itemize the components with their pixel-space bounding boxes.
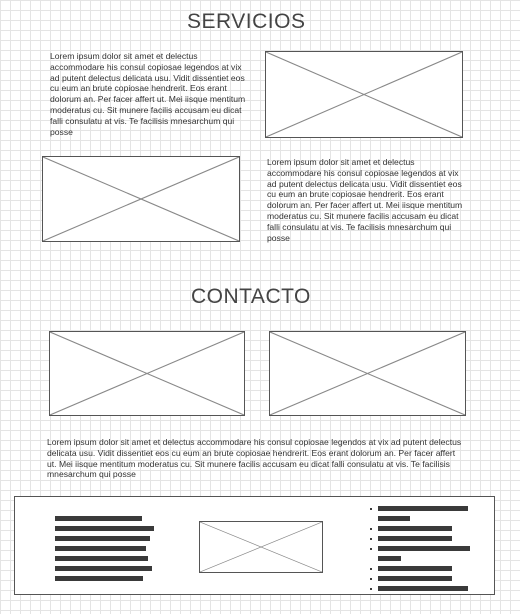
contact-image-placeholder-left: [49, 331, 245, 416]
list-line-placeholder: [378, 546, 470, 551]
footer-image-placeholder: [199, 521, 323, 573]
text-line-placeholder: [55, 576, 143, 581]
text-line-placeholder: [55, 556, 148, 561]
service-2-text: Lorem ipsum dolor sit amet et delectus a…: [267, 157, 463, 243]
contact-text: Lorem ipsum dolor sit amet et delectus a…: [47, 437, 462, 480]
servicios-title: SERVICIOS: [187, 10, 306, 33]
bullet-icon: [370, 578, 372, 580]
bullet-icon: [370, 548, 372, 550]
list-line-placeholder: [378, 506, 468, 511]
contact-image-placeholder-right: [269, 331, 466, 416]
list-line-placeholder: [378, 576, 452, 581]
text-line-placeholder: [55, 566, 152, 571]
list-line-placeholder: [378, 536, 452, 541]
text-line-placeholder: [55, 546, 146, 551]
list-line-placeholder: [378, 566, 452, 571]
list-line-placeholder: [378, 586, 468, 591]
list-line-placeholder: [378, 516, 410, 521]
contacto-title: CONTACTO: [191, 285, 311, 308]
text-line-placeholder: [55, 516, 142, 521]
footer: [14, 496, 495, 595]
list-line-placeholder: [378, 526, 452, 531]
text-line-placeholder: [55, 526, 154, 531]
bullet-icon: [370, 528, 372, 530]
service-2-image-placeholder: [42, 156, 240, 242]
bullet-icon: [370, 588, 372, 590]
bullet-icon: [370, 538, 372, 540]
list-line-placeholder: [378, 556, 401, 561]
bullet-icon: [370, 568, 372, 570]
service-1-text: Lorem ipsum dolor sit amet et delectus a…: [50, 51, 246, 137]
bullet-icon: [370, 508, 372, 510]
service-1-image-placeholder: [265, 51, 463, 138]
text-line-placeholder: [55, 536, 150, 541]
